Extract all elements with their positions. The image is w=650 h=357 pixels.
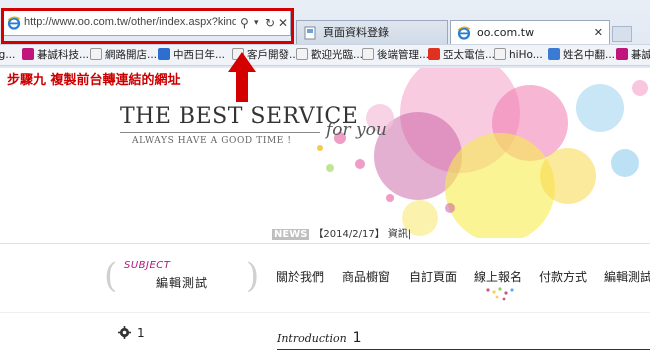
left-bracket: ( [104, 256, 118, 296]
page-icon [296, 48, 308, 60]
favorite-label: hiHo... [509, 49, 543, 61]
news-ticker[interactable]: NEWS 【2014/2/17】 資訊| [272, 225, 411, 240]
news-text[interactable]: 【2014/2/17】 資訊| [313, 229, 411, 240]
brand-divider [120, 132, 320, 133]
subject-block: ( SUBJECT 編輯測試 ) [104, 258, 264, 298]
favorites-bar: ng... 碁誠科技... 網路開店... 中西日年... 客戶開發... 歡迎… [0, 44, 650, 66]
nav-divider [0, 243, 650, 244]
favorite-label: 網路開店... [105, 49, 158, 61]
decorative-bubbles [317, 68, 648, 238]
favorite-item[interactable]: 碁誠 [616, 47, 650, 63]
close-tab-icon[interactable]: ✕ [594, 21, 603, 45]
favorite-item[interactable]: 歡迎光臨... [296, 47, 363, 63]
favorite-item[interactable]: ng... [0, 47, 15, 63]
menu-payment[interactable]: 付款方式 [539, 268, 587, 285]
page-icon [90, 48, 102, 60]
ie-icon [457, 26, 471, 40]
favorite-label: 碁誠 [631, 49, 650, 61]
favorite-label: ng... [0, 49, 16, 61]
chat-icon [158, 48, 170, 60]
page-icon [494, 48, 506, 60]
favorite-item[interactable]: hiHo... [494, 47, 543, 63]
tab-page-data[interactable]: 頁面資料登錄 [296, 20, 448, 46]
news-badge: NEWS [272, 229, 310, 240]
favorite-item[interactable]: 亞太電信... [428, 47, 495, 63]
menu-custom-page[interactable]: 自訂頁面 [409, 268, 457, 285]
menu-registration[interactable]: 線上報名 [474, 268, 522, 285]
introduction-value: 1 [352, 330, 362, 346]
favorite-label: 碁誠科技... [37, 49, 90, 61]
telecom-icon [428, 48, 440, 60]
favorite-icon [616, 48, 628, 60]
step-instruction: 步驟九 複製前台轉連結的網址 [7, 73, 181, 88]
favorite-item[interactable]: 後端管理... [362, 47, 429, 63]
favorite-item[interactable]: 姓名中翻... [548, 47, 615, 63]
sidebar-heading: 1 [118, 326, 145, 340]
favorite-label: 歡迎光臨... [311, 49, 364, 61]
gear-icon [118, 326, 131, 339]
menu-products[interactable]: 商品櫥窗 [342, 268, 390, 285]
favorite-label: 後端管理... [377, 49, 430, 61]
brand-title: THE BEST SERVICE [120, 104, 359, 129]
introduction-heading: Introduction 1 [277, 330, 362, 346]
favorite-item[interactable]: 中西日年... [158, 47, 225, 63]
new-tab-button[interactable] [612, 26, 632, 42]
introduction-label: Introduction [277, 332, 347, 345]
page-icon [304, 26, 316, 40]
section-divider [0, 312, 650, 313]
favorite-item[interactable]: 碁誠科技... [22, 47, 89, 63]
introduction-underline [277, 349, 650, 350]
highlight-box [1, 8, 294, 44]
arrow-up-icon [228, 52, 256, 102]
brand-script: for you [326, 120, 387, 140]
menu-about[interactable]: 關於我們 [276, 268, 324, 285]
tab-label: oo.com.tw [477, 26, 535, 39]
menu-edit-test[interactable]: 編輯測試 [604, 268, 650, 285]
tab-label: 頁面資料登錄 [323, 26, 389, 39]
right-bracket: ) [246, 256, 260, 296]
menu-active-dots [486, 287, 514, 301]
favorite-label: 亞太電信... [443, 49, 496, 61]
brand-subtitle: ALWAYS HAVE A GOOD TIME ! [132, 136, 292, 146]
subject-title: 編輯測試 [156, 276, 209, 290]
favorite-label: 中西日年... [173, 49, 226, 61]
sidebar-count: 1 [137, 326, 145, 340]
page-icon [362, 48, 374, 60]
favorite-label: 姓名中翻... [563, 49, 616, 61]
tab-site[interactable]: oo.com.tw ✕ [450, 20, 610, 46]
translate-icon [548, 48, 560, 60]
favorite-item[interactable]: 網路開店... [90, 47, 157, 63]
favorite-icon [22, 48, 34, 60]
subject-label: SUBJECT [124, 260, 171, 271]
